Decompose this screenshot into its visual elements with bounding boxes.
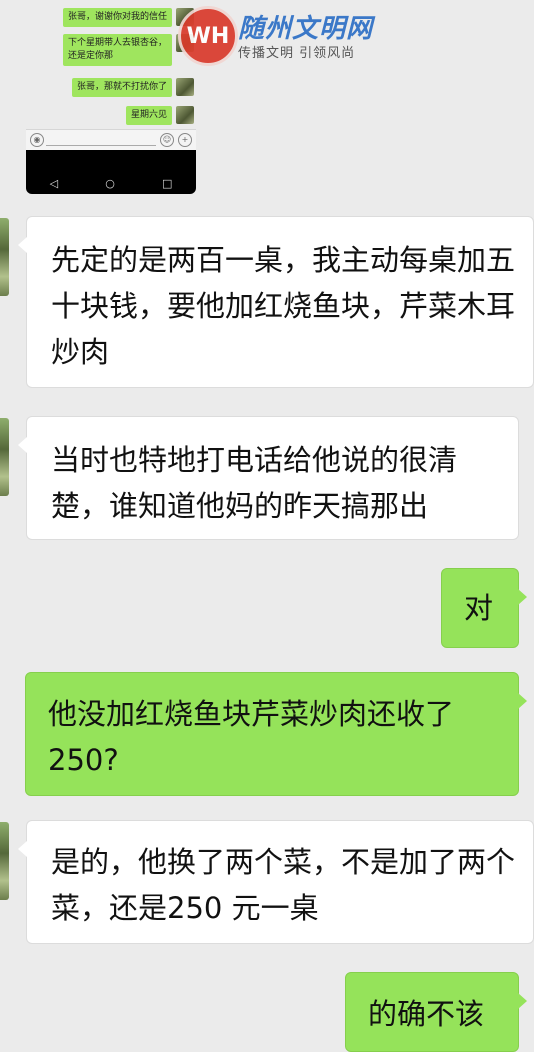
avatar: [176, 106, 194, 124]
mini-bubble: 张哥，那就不打扰你了: [71, 78, 172, 97]
emoji-icon: ☺: [160, 133, 174, 147]
avatar[interactable]: [0, 418, 9, 496]
back-icon: ◁: [49, 176, 59, 190]
home-icon: ○: [105, 176, 115, 190]
mini-bubble: 星期六见: [125, 106, 172, 125]
mini-message: 星期六见: [125, 106, 194, 125]
watermark-logo: WH: [178, 6, 238, 66]
mini-input-bar: ◉ ☺ +: [26, 129, 196, 150]
chat-message-sent[interactable]: 的确不该: [345, 972, 527, 1052]
android-nav-bar: ◁ ○ □: [26, 172, 196, 194]
message-text: 的确不该: [368, 997, 485, 1031]
embedded-chat-screenshot: 张哥，谢谢你对我的信任 下个星期带人去银杏谷， 还是定你那 张哥，那就不打扰你了…: [26, 0, 196, 194]
mini-message: 张哥，那就不打扰你了: [71, 78, 194, 97]
chat-message-sent[interactable]: 对: [441, 568, 527, 648]
avatar: [176, 78, 194, 96]
watermark-subtitle: 传播文明 引领风尚: [238, 46, 356, 61]
message-text: 对: [464, 591, 494, 625]
chat-message-sent[interactable]: 他没加红烧鱼块芹菜炒肉还收了250?: [25, 672, 527, 796]
chat-message-received[interactable]: 先定的是两百一桌，我主动每桌加五十块钱，要他加红烧鱼块，芹菜木耳炒肉: [18, 216, 534, 388]
chat-message-received[interactable]: 当时也特地打电话给他说的很清楚，谁知道他妈的昨天搞那出: [18, 416, 519, 540]
voice-icon: ◉: [30, 133, 44, 147]
plus-icon: +: [178, 133, 192, 147]
message-text: 先定的是两百一桌，我主动每桌加五十块钱，要他加红烧鱼块，芹菜木耳炒肉: [51, 243, 516, 369]
message-text: 当时也特地打电话给他说的很清楚，谁知道他妈的昨天搞那出: [51, 443, 458, 523]
embedded-chat-screen: 张哥，谢谢你对我的信任 下个星期带人去银杏谷， 还是定你那 张哥，那就不打扰你了…: [26, 0, 196, 150]
avatar[interactable]: [0, 218, 9, 296]
chat-message-received[interactable]: 是的，他换了两个菜，不是加了两个菜，还是250 元一桌: [18, 820, 534, 944]
message-text: 他没加红烧鱼块芹菜炒肉还收了250?: [48, 697, 455, 777]
watermark-logo-text: WH: [186, 23, 230, 49]
watermark-title: 随州文明网: [238, 14, 374, 44]
mini-bubble: 张哥，谢谢你对我的信任: [62, 8, 172, 27]
avatar[interactable]: [0, 822, 9, 900]
mini-message: 张哥，谢谢你对我的信任: [62, 8, 194, 27]
mini-message: 下个星期带人去银杏谷， 还是定你那: [62, 34, 194, 66]
message-text: 是的，他换了两个菜，不是加了两个菜，还是250 元一桌: [51, 845, 516, 925]
recent-apps-icon: □: [162, 176, 173, 190]
mini-input-line: [46, 145, 156, 146]
mini-bubble: 下个星期带人去银杏谷， 还是定你那: [62, 34, 172, 66]
